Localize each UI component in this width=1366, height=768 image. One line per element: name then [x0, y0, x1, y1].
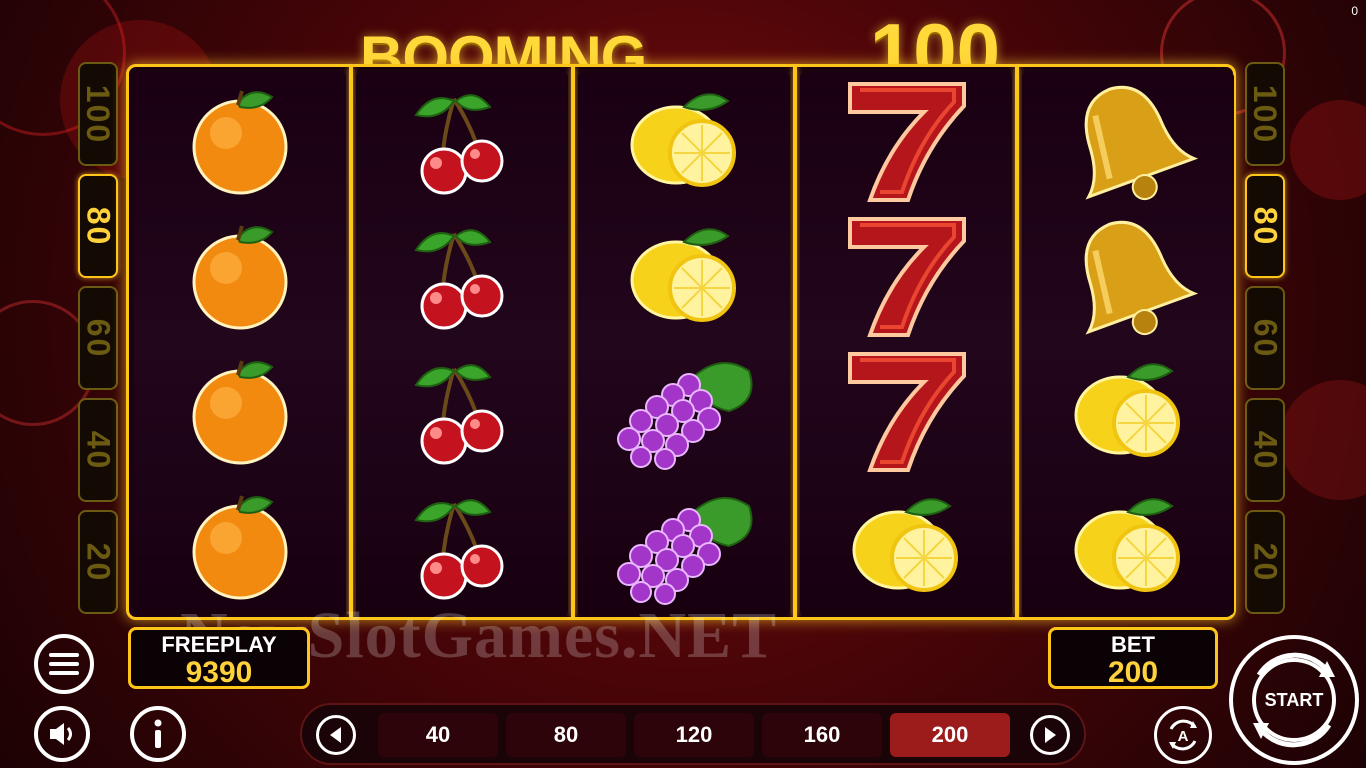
- bet-next-button[interactable]: [1030, 715, 1070, 755]
- corner-counter: 0: [1351, 4, 1358, 18]
- bet-label: BET: [1111, 632, 1155, 657]
- reel-1: [134, 73, 346, 615]
- seven-symbol: [800, 73, 1012, 208]
- bokeh-light: [1290, 100, 1366, 200]
- bet-option[interactable]: 80: [506, 713, 626, 757]
- bet-prev-button[interactable]: [316, 715, 356, 755]
- reel-3: [578, 73, 790, 615]
- reel-divider: [1015, 67, 1019, 617]
- cherry-symbol: [356, 208, 568, 343]
- cherry-symbol: [356, 343, 568, 478]
- lemon-symbol: [1022, 478, 1234, 613]
- sound-button[interactable]: [34, 706, 90, 762]
- payline-badge[interactable]: 100: [78, 62, 118, 166]
- menu-icon: [49, 653, 79, 675]
- grapes-symbol: [578, 343, 790, 478]
- lemon-symbol: [578, 208, 790, 343]
- bet-selector: 40 80 120 160 200: [300, 703, 1086, 765]
- lemon-symbol: [578, 73, 790, 208]
- payline-badge[interactable]: 60: [78, 286, 118, 390]
- orange-symbol: [134, 343, 346, 478]
- lemon-symbol: [800, 478, 1012, 613]
- payline-badge[interactable]: 100: [1245, 62, 1285, 166]
- chevron-left-icon: [330, 727, 341, 743]
- payline-badge[interactable]: 20: [1245, 510, 1285, 614]
- freeplay-value: 9390: [185, 656, 253, 689]
- bet-option[interactable]: 40: [378, 713, 498, 757]
- reel-divider: [571, 67, 575, 617]
- speaker-icon: [50, 723, 72, 745]
- reel-divider: [349, 67, 353, 617]
- payline-badge-active[interactable]: 80: [78, 174, 118, 278]
- payline-badge[interactable]: 20: [78, 510, 118, 614]
- orange-symbol: [134, 478, 346, 613]
- paylines-right: 100 80 60 40 20: [1245, 62, 1289, 622]
- reel-2: [356, 73, 568, 615]
- payline-badge-active[interactable]: 80: [1245, 174, 1285, 278]
- bokeh-light: [1280, 380, 1366, 500]
- info-button[interactable]: [130, 706, 186, 762]
- autoplay-icon: A: [1169, 719, 1197, 751]
- reel-5: [1022, 73, 1234, 615]
- bet-option-selected[interactable]: 200: [890, 713, 1010, 757]
- orange-symbol: [134, 73, 346, 208]
- grapes-symbol: [578, 478, 790, 613]
- reels-frame: [126, 64, 1236, 620]
- bell-symbol: [1022, 73, 1234, 208]
- freeplay-box: FREEPLAY 9390: [128, 627, 310, 689]
- info-icon: [154, 719, 162, 748]
- chevron-right-icon: [1045, 727, 1056, 743]
- menu-button[interactable]: [34, 634, 94, 694]
- bet-box: BET 200: [1048, 627, 1218, 689]
- cherry-symbol: [356, 478, 568, 613]
- start-button[interactable]: START: [1229, 635, 1359, 765]
- reel-4: [800, 73, 1012, 615]
- payline-badge[interactable]: 60: [1245, 286, 1285, 390]
- watermark: NewSlotGames.NET: [180, 599, 778, 672]
- cherry-symbol: [356, 73, 568, 208]
- svg-text:A: A: [1178, 728, 1189, 745]
- spin-arrows-icon: [1253, 652, 1335, 748]
- lemon-symbol: [1022, 343, 1234, 478]
- paylines-left: 100 80 60 40 20: [78, 62, 122, 622]
- autoplay-button[interactable]: A: [1154, 706, 1212, 764]
- seven-symbol: [800, 208, 1012, 343]
- bet-option[interactable]: 160: [762, 713, 882, 757]
- bell-symbol: [1022, 208, 1234, 343]
- bet-option[interactable]: 120: [634, 713, 754, 757]
- orange-symbol: [134, 208, 346, 343]
- payline-badge[interactable]: 40: [1245, 398, 1285, 502]
- bet-value: 200: [1107, 656, 1159, 689]
- freeplay-label: FREEPLAY: [161, 632, 277, 657]
- seven-symbol: [800, 343, 1012, 478]
- reel-divider: [793, 67, 797, 617]
- payline-badge[interactable]: 40: [78, 398, 118, 502]
